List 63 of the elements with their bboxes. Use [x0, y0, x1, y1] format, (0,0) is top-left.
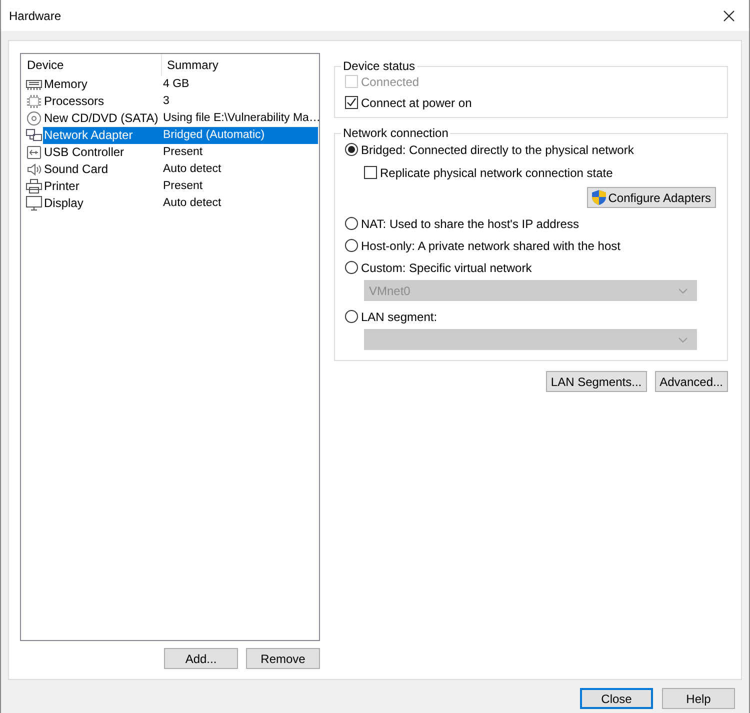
list-button[interactable]: Add...	[164, 648, 238, 669]
checkbox-label: Connected	[361, 74, 420, 88]
device-summary: Present	[162, 145, 203, 160]
memory-icon	[26, 77, 42, 92]
radio-label: NAT: Used to share the host's IP address	[361, 216, 579, 230]
radio-button[interactable]	[345, 239, 358, 252]
device-row[interactable]: New CD/DVD (SATA) Using file E:\Vulnerability Ma…	[22, 110, 318, 127]
device-summary: Present	[162, 179, 203, 194]
device-row[interactable]: Sound Card Auto detect	[22, 161, 318, 178]
checkbox-label: Replicate physical network connection state	[380, 166, 613, 180]
radio-button[interactable]	[345, 310, 358, 323]
device-summary: Bridged (Automatic)	[162, 127, 318, 144]
device-name: Processors	[43, 93, 106, 110]
radio-label: LAN segment:	[361, 310, 438, 324]
device-row[interactable]: Processors 3	[22, 93, 318, 110]
device-summary: 4 GB	[162, 77, 190, 92]
device-name: New CD/DVD (SATA)	[43, 110, 160, 127]
column-header[interactable]: Device	[22, 54, 162, 76]
checkbox-label: Connect at power on	[361, 96, 472, 110]
radio-button[interactable]	[345, 261, 358, 274]
column-header[interactable]: Summary	[162, 54, 218, 76]
radio-label: Custom: Specific virtual network	[361, 260, 532, 274]
device-row[interactable]: Printer Present	[22, 178, 318, 195]
group-title: Device status	[342, 59, 416, 73]
network-icon	[26, 128, 42, 143]
radio-label: Bridged: Connected directly to the physical network	[361, 142, 634, 156]
device-summary: Auto detect	[162, 196, 222, 211]
chip-icon	[26, 94, 42, 109]
caret-icon	[678, 336, 688, 342]
list-button[interactable]: Remove	[246, 648, 320, 669]
radio-label: Host-only: A private network shared with the host	[361, 238, 620, 252]
device-row[interactable]: Display Auto detect	[22, 195, 318, 212]
dialog-button[interactable]: LAN Segments...	[546, 371, 647, 392]
device-summary: Auto detect	[162, 162, 222, 177]
device-name: Display	[43, 195, 84, 212]
group-title: Network connection	[342, 126, 450, 140]
checkbox[interactable]	[364, 166, 377, 179]
close-icon[interactable]	[723, 10, 735, 22]
device-summary: 3	[162, 94, 170, 109]
disc-icon	[26, 111, 42, 126]
caret-icon	[678, 288, 688, 294]
dialog-button[interactable]: Advanced...	[654, 371, 728, 392]
device-row[interactable]: Memory 4 GB	[22, 76, 318, 93]
window-title: Hardware	[9, 8, 62, 22]
device-name: Printer	[43, 178, 80, 195]
dialog-button[interactable]: Help	[662, 688, 735, 709]
device-row[interactable]: Network Adapter Bridged (Automatic)	[22, 127, 318, 144]
device-name: Network Adapter	[43, 127, 162, 144]
device-summary: Using file E:\Vulnerability Ma…	[162, 111, 320, 126]
radio-button[interactable]	[345, 217, 358, 230]
speaker-icon	[26, 162, 42, 177]
radio-button[interactable]	[345, 143, 358, 156]
printer-icon	[26, 179, 42, 194]
dialog-button[interactable]: Close	[580, 688, 653, 709]
device-row[interactable]: USB Controller Present	[22, 144, 318, 161]
monitor-icon	[26, 196, 42, 211]
checkbox[interactable]	[345, 96, 358, 109]
device-name: USB Controller	[43, 144, 126, 161]
configure-button[interactable]: Configure Adapters	[587, 187, 716, 208]
device-name: Memory	[43, 76, 88, 93]
shield-icon	[591, 189, 608, 206]
device-name: Sound Card	[43, 161, 110, 178]
usb-icon	[26, 145, 42, 160]
